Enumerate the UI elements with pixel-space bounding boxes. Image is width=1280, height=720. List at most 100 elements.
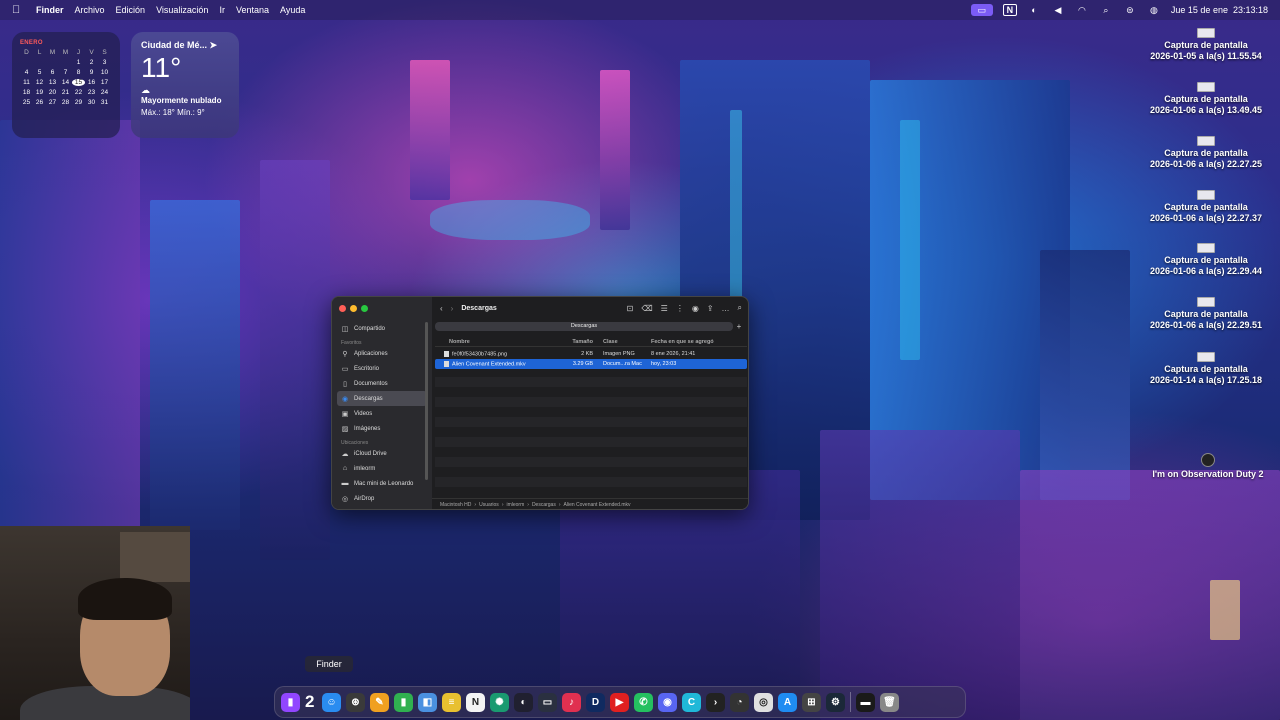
menu-ayuda[interactable]: Ayuda (280, 5, 305, 15)
calendar-day: 24 (100, 89, 109, 96)
share-icon[interactable]: ⇪ (707, 304, 714, 313)
path-segment[interactable]: Macintosh HD (440, 502, 471, 508)
desktop-app-shortcut[interactable]: I'm on Observation Duty 2 (1138, 453, 1278, 480)
twitch-icon[interactable]: ▮ (281, 692, 300, 712)
path-segment[interactable]: Usuarios (479, 502, 499, 508)
chatgpt-icon[interactable]: ✺ (490, 692, 509, 712)
file-row-selected[interactable]: Alien Covenant Extended.mkv 3.29 GB Docu… (435, 359, 747, 369)
menu-archivo[interactable]: Archivo (75, 5, 105, 15)
sidebar-scrollbar[interactable] (425, 322, 428, 480)
menu-ir[interactable]: Ir (219, 5, 225, 15)
sidebar-item-mac-mini[interactable]: ▬ Mac mini de Leonardo (332, 476, 432, 491)
sidebar-item-escritorio[interactable]: ▭ Escritorio (332, 361, 432, 376)
control-center-icon[interactable]: ⊜ (1123, 4, 1137, 16)
trash-icon[interactable]: ⌫ (641, 304, 652, 313)
group-icon[interactable]: ⋮ (676, 304, 684, 313)
calendar-day: 25 (22, 99, 31, 106)
back-chevron-icon[interactable]: ‹ (440, 304, 443, 313)
canva-icon[interactable]: C (682, 692, 701, 712)
sidebar-item-aplicaciones[interactable]: ⚲ Aplicaciones (332, 346, 432, 361)
sidebar-item-home[interactable]: ⌂ imleorm (332, 461, 432, 476)
path-segment[interactable]: imleorm (506, 502, 524, 508)
trash-icon[interactable]: 🗑 (880, 692, 899, 712)
desktop-file[interactable]: Captura de pantalla 2026-01-14 a la(s) 1… (1136, 352, 1276, 386)
more-icon[interactable]: … (722, 304, 730, 313)
preview-eye-icon[interactable]: ◉ (692, 304, 699, 313)
notes-icon[interactable]: ≡ (442, 692, 461, 712)
desktop-file[interactable]: Captura de pantalla 2026-01-06 a la(s) 2… (1136, 297, 1276, 331)
sidebar-item-compartido[interactable]: ◫ Compartido (332, 321, 432, 336)
siri-icon[interactable]: ◍ (1147, 4, 1161, 16)
path-segment[interactable]: Alien Covenant Extended.mkv (564, 502, 631, 508)
youtube-icon[interactable]: ▶ (610, 692, 629, 712)
disney-plus-icon[interactable]: D (586, 692, 605, 712)
steam-icon[interactable]: ⚙ (826, 692, 845, 712)
finder-toolbar: ‹ › Descargas ⊡ ⌫ ☰ ⋮ ◉ ⇪ … ⌕ (432, 297, 748, 319)
forward-chevron-icon[interactable]: › (451, 304, 454, 313)
sidebar-item-descargas[interactable]: ◉ Descargas (337, 391, 427, 406)
view-options-icon[interactable]: ☰ (661, 304, 668, 313)
whatsapp-icon[interactable]: ✆ (634, 692, 653, 712)
tab-descargas[interactable]: Descargas (435, 321, 733, 331)
wifi-icon[interactable]: ◠ (1075, 4, 1089, 16)
steam-deck-icon[interactable]: ◐ (514, 692, 533, 712)
applications-icon: ⚲ (342, 350, 348, 358)
search-icon[interactable]: ⌕ (738, 303, 742, 313)
desktop-file[interactable]: Captura de pantalla 2026-01-05 a la(s) 1… (1136, 28, 1276, 62)
menu-ventana[interactable]: Ventana (236, 5, 269, 15)
volume-icon[interactable]: ◀ (1051, 4, 1065, 16)
music-icon[interactable]: ♪ (562, 692, 581, 712)
sidebar-item-videos[interactable]: ▣ Videos (332, 406, 432, 421)
sidebar-item-icloud[interactable]: ☁ iCloud Drive (332, 446, 432, 461)
close-button[interactable] (339, 305, 346, 312)
file-row[interactable]: fe0f0f53430b7485.png 2 KB Imagen PNG 8 e… (435, 349, 747, 359)
privacy-icon[interactable]: ◐ (1027, 4, 1041, 16)
desktop-file[interactable]: Captura de pantalla 2026-01-06 a la(s) 2… (1136, 136, 1276, 170)
chrome-icon[interactable]: ◎ (754, 692, 773, 712)
apple-menu-icon[interactable]:  (12, 4, 24, 16)
screen-mirror-icon[interactable]: ▭ (970, 4, 993, 16)
desktop-file[interactable]: Captura de pantalla 2026-01-06 a la(s) 2… (1136, 190, 1276, 224)
calendar-day: 16 (87, 79, 96, 86)
activity-icon[interactable]: ◔ (730, 692, 749, 712)
minimize-button[interactable] (350, 305, 357, 312)
home-icon: ⌂ (342, 465, 348, 472)
safari-icon[interactable]: ⊛ (346, 692, 365, 712)
path-segment[interactable]: Descargas (532, 502, 556, 508)
column-header-kind[interactable]: Clase (599, 339, 651, 345)
menu-visualizacion[interactable]: Visualización (156, 5, 208, 15)
preview-icon[interactable]: ◧ (418, 692, 437, 712)
discord-icon[interactable]: ◉ (658, 692, 677, 712)
finder-window[interactable]: ◫ Compartido Favoritos ⚲ Aplicaciones ▭ Esc… (331, 296, 749, 510)
calendar-today: 15 (72, 79, 85, 86)
column-header-date[interactable]: Fecha en que se agregó (651, 339, 741, 345)
new-folder-icon[interactable]: ⊡ (627, 304, 634, 313)
app-store-icon[interactable]: A (778, 692, 797, 712)
notion-icon[interactable]: N (466, 692, 485, 712)
column-header-name[interactable]: Nombre (435, 339, 553, 345)
screenshot-thumbnail-icon (1197, 297, 1215, 307)
numbers-icon[interactable]: ▮ (394, 692, 413, 712)
finder-icon[interactable]: ☺ (322, 692, 341, 712)
sidebar-item-documentos[interactable]: ▯ Documentos (332, 376, 432, 391)
menu-app-name[interactable]: Finder (36, 5, 64, 15)
sidebar-item-airdrop[interactable]: ◎ AirDrop (332, 491, 432, 506)
desktop-file[interactable]: Captura de pantalla 2026-01-06 a la(s) 1… (1136, 82, 1276, 116)
launchpad-icon[interactable]: ⊞ (802, 692, 821, 712)
search-icon[interactable]: ⌕ (1099, 4, 1113, 16)
recent-window-icon[interactable]: ▬ (856, 692, 875, 712)
terminal-icon[interactable]: › (706, 692, 725, 712)
media-icon[interactable]: ▭ (538, 692, 557, 712)
desktop-file[interactable]: Captura de pantalla 2026-01-06 a la(s) 2… (1136, 243, 1276, 277)
weather-widget[interactable]: Ciudad de Mé... ➤ 11° ☁ Mayormente nubla… (131, 32, 239, 138)
menu-edicion[interactable]: Edición (116, 5, 146, 15)
calendar-day: 12 (35, 79, 44, 86)
notion-icon[interactable]: N (1002, 4, 1017, 16)
menubar-clock[interactable]: Jue 15 de ene 23:13:18 (1171, 5, 1268, 15)
new-tab-icon[interactable]: + (733, 322, 745, 331)
sidebar-item-imagenes[interactable]: ▨ Imágenes (332, 421, 432, 436)
column-header-size[interactable]: Tamaño (553, 339, 599, 345)
zoom-button[interactable] (361, 305, 368, 312)
calendar-widget[interactable]: ENERO D L M M J V S 1 2 3 4 5 6 7 8 9 10 11 12 13 14 15 16 17 18… (12, 32, 120, 138)
pages-icon[interactable]: ✎ (370, 692, 389, 712)
